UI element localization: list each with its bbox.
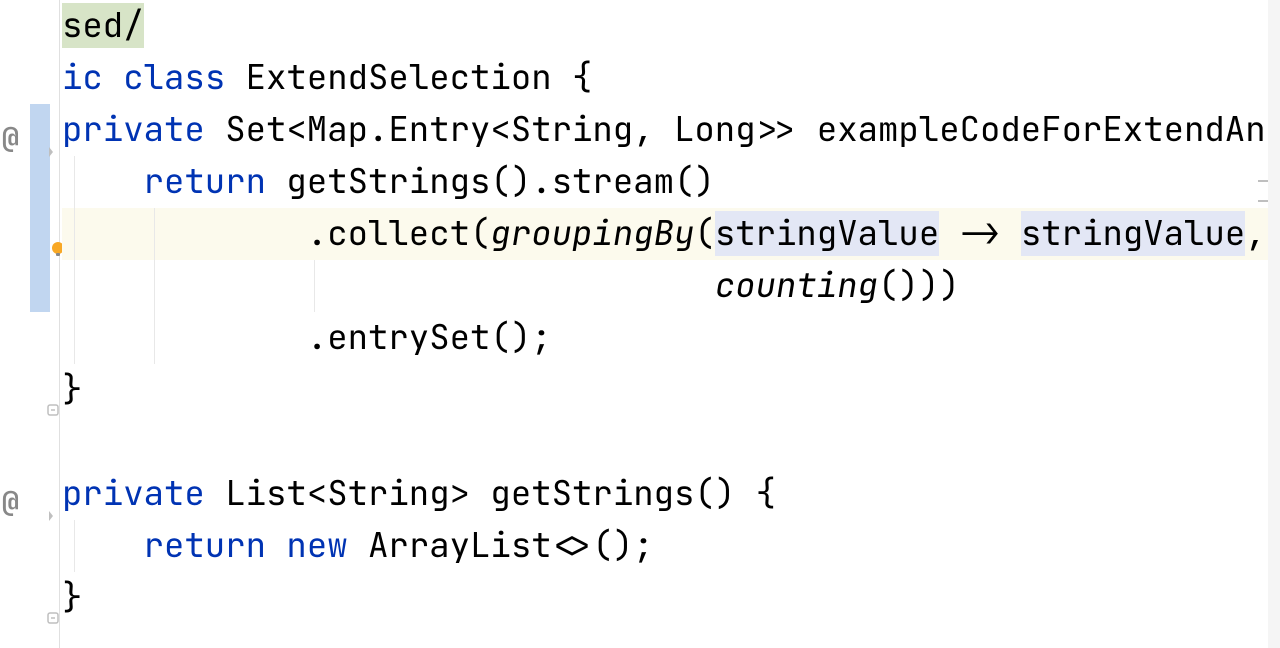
code-line[interactable]: private Set<Map.Entry<String, Long>> exa… <box>62 104 1280 156</box>
keyword: new <box>286 523 347 568</box>
code-line[interactable]: } <box>62 572 1280 624</box>
keyword: private <box>62 107 205 152</box>
fold-toggle-icon[interactable] <box>46 122 60 136</box>
type: List<String> <box>205 471 491 516</box>
keyword: ic <box>62 55 103 100</box>
code-line-blank[interactable] <box>62 416 1280 468</box>
code-line[interactable]: return new ArrayList<>(); <box>62 520 1280 572</box>
punctuation: () { <box>694 471 776 516</box>
arrow: -> <box>939 211 1021 256</box>
fold-end-icon[interactable] <box>46 380 60 394</box>
code-line[interactable]: } <box>62 364 1280 416</box>
indent <box>62 315 307 360</box>
annotation-marker-icon[interactable]: @ <box>2 476 19 528</box>
indent <box>62 263 715 308</box>
class-name: ExtendSelection <box>246 55 552 100</box>
static-method: counting <box>715 263 878 308</box>
code-line-current[interactable]: .collect(groupingBy(stringValue -> strin… <box>62 208 1280 260</box>
punctuation: { <box>552 55 593 100</box>
method-call: getStrings().stream() <box>266 159 715 204</box>
indent <box>62 211 307 256</box>
code-line[interactable]: sed/ <box>62 0 1280 52</box>
selection: sed/ <box>62 3 144 48</box>
punctuation: .collect( <box>307 211 491 256</box>
method-name: getStrings <box>490 471 694 516</box>
code-line[interactable]: private List<String> getStrings() { <box>62 468 1280 520</box>
editor-gutter[interactable]: @ @ <box>0 0 60 648</box>
fold-end-icon[interactable] <box>46 588 60 602</box>
vertical-scrollbar[interactable] <box>1268 0 1280 648</box>
method-call: .entrySet(); <box>307 315 552 360</box>
code-content[interactable]: sed/ ic class ExtendSelection { private … <box>60 0 1280 648</box>
variable-highlighted: stringValue <box>1021 211 1245 256</box>
keyword: return <box>144 523 266 568</box>
fold-toggle-icon[interactable] <box>46 486 60 500</box>
code-line[interactable]: .entrySet(); <box>62 312 1280 364</box>
method-name: exampleCodeForExtendAndS <box>817 107 1280 152</box>
code-line[interactable]: return getStrings().stream() <box>62 156 1280 208</box>
static-method: groupingBy <box>490 211 694 256</box>
keyword: return <box>144 159 266 204</box>
code-line[interactable]: ic class ExtendSelection { <box>62 52 1280 104</box>
annotation-marker-icon[interactable]: @ <box>2 112 19 164</box>
code-editor[interactable]: @ @ sed/ ic class ExtendSelection { priv <box>0 0 1280 648</box>
close-brace: } <box>62 575 82 620</box>
constructor-call: ArrayList<>(); <box>348 523 654 568</box>
type: Set<Map.Entry<String, Long>> <box>205 107 817 152</box>
keyword: class <box>123 55 225 100</box>
punctuation: , <box>1245 211 1265 256</box>
lambda-param-highlighted: stringValue <box>715 211 939 256</box>
punctuation: ())) <box>878 263 960 308</box>
punctuation: ( <box>694 211 714 256</box>
close-brace: } <box>62 367 82 412</box>
code-line[interactable]: counting())) <box>62 260 1280 312</box>
keyword: private <box>62 471 205 516</box>
